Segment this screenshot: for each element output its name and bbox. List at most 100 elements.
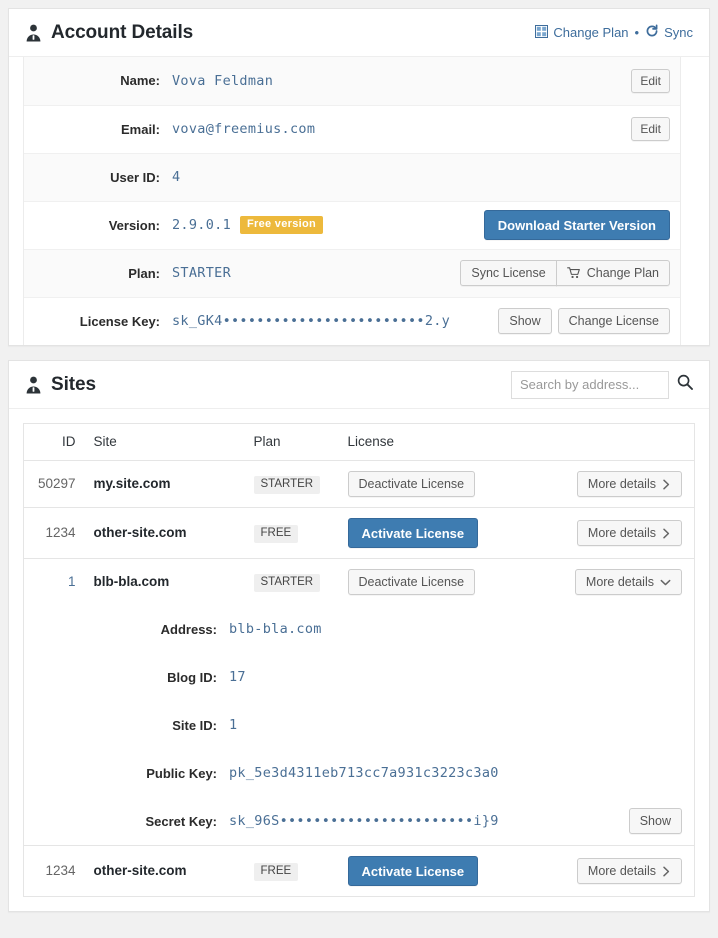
site-plan-badge: FREE [253, 862, 299, 882]
account-label-license-key: License Key: [79, 313, 160, 329]
more-details-button[interactable]: More details [576, 858, 682, 884]
sites-title-group: Sites [25, 374, 96, 396]
chevron-down-icon [660, 578, 671, 587]
account-value-plan: STARTER [172, 265, 231, 281]
site-details-row: Address: blb-bla.com Blog ID: 17 Site ID… [23, 605, 695, 846]
account-value-version: 2.9.0.1 [172, 217, 231, 233]
detail-value-secret-key: sk_96S•••••••••••••••••••••••i}9 [229, 797, 604, 845]
sites-table-wrap: ID Site Plan License 50297 my.site.com S… [9, 409, 709, 911]
account-actions-user-id [456, 153, 680, 201]
table-row: 1 blb-bla.com STARTER Deactivate License [23, 558, 695, 605]
chevron-right-icon [662, 866, 671, 877]
site-plan-badge: STARTER [253, 475, 321, 495]
table-row: 1234 other-site.com FREE Activate Licens… [23, 507, 695, 559]
account-header-actions: Change Plan • Sync [535, 24, 693, 41]
column-header-id: ID [23, 423, 86, 461]
detail-label-public-key: Public Key: [24, 749, 229, 797]
more-details-button[interactable]: More details [574, 569, 682, 595]
sites-panel-header: Sites [9, 361, 709, 409]
account-rows-inner: Name: Vova Feldman Edit Email: vova@free… [23, 57, 681, 345]
header-links-separator: • [634, 25, 640, 40]
account-panel-header: Account Details Change Plan • Sync [9, 9, 709, 57]
account-actions-email: Edit [456, 105, 680, 153]
search-input[interactable] [511, 370, 669, 399]
change-plan-button[interactable]: Change Plan [555, 260, 670, 286]
site-address: my.site.com [93, 476, 171, 491]
account-row-email: Email: vova@freemius.com Edit [24, 105, 680, 153]
table-row: 50297 my.site.com STARTER Deactivate Lic… [23, 460, 695, 508]
sites-header-row: ID Site Plan License [23, 423, 695, 461]
account-label-plan: Plan: [128, 265, 160, 281]
site-id: 50297 [37, 476, 76, 491]
account-value-version-cell: 2.9.0.1 Free version [172, 201, 456, 249]
column-header-license: License [339, 423, 530, 461]
more-details-label: More details [587, 864, 656, 878]
account-row-license-key: License Key: sk_GK4•••••••••••••••••••••… [24, 297, 680, 345]
page-title: Account Details [51, 21, 194, 43]
person-icon [25, 24, 42, 42]
edit-name-button[interactable]: Edit [631, 68, 670, 93]
account-value-name: Vova Feldman [172, 72, 274, 89]
site-plan-badge: STARTER [253, 573, 321, 593]
detail-row-address: Address: blb-bla.com [24, 605, 694, 653]
site-id: 1234 [45, 525, 76, 540]
account-value-email: vova@freemius.com [172, 121, 316, 137]
more-details-label: More details [585, 575, 654, 589]
account-actions-version: Download Starter Version [456, 201, 680, 249]
edit-email-button[interactable]: Edit [631, 117, 670, 141]
site-address: other-site.com [93, 863, 187, 878]
detail-row-blog-id: Blog ID: 17 [24, 653, 694, 701]
chevron-right-icon [662, 528, 671, 539]
account-rows-wrap: Name: Vova Feldman Edit Email: vova@free… [9, 57, 709, 345]
deactivate-license-button[interactable]: Deactivate License [347, 569, 476, 595]
column-header-site: Site [85, 423, 246, 461]
account-row-user-id: User ID: 4 [24, 153, 680, 201]
account-label-user-id: User ID: [110, 169, 160, 185]
more-details-label: More details [587, 477, 656, 491]
account-label-email: Email: [120, 121, 160, 137]
account-details-table: Name: Vova Feldman Edit Email: vova@free… [24, 57, 680, 345]
detail-label-blog-id: Blog ID: [24, 653, 229, 701]
sites-table-head: ID Site Plan License [23, 423, 695, 461]
detail-value-site-id: 1 [229, 701, 604, 749]
change-plan-link[interactable]: Change Plan [535, 24, 629, 41]
detail-actions-public-key [603, 749, 694, 797]
download-starter-version-button[interactable]: Download Starter Version [483, 210, 670, 240]
more-details-button[interactable]: More details [576, 520, 682, 546]
search-icon[interactable] [677, 374, 693, 395]
free-version-badge: Free version [240, 216, 324, 234]
detail-row-secret-key: Secret Key: sk_96S••••••••••••••••••••••… [24, 797, 694, 845]
detail-row-site-id: Site ID: 1 [24, 701, 694, 749]
account-actions-name: Edit [456, 57, 680, 105]
deactivate-license-button[interactable]: Deactivate License [347, 471, 476, 497]
change-license-button[interactable]: Change License [557, 308, 670, 335]
column-header-more [529, 423, 695, 461]
more-details-label: More details [587, 526, 656, 540]
sites-table: ID Site Plan License 50297 my.site.com S… [23, 423, 695, 897]
account-title-group: Account Details [25, 22, 193, 44]
detail-label-secret-key: Secret Key: [24, 797, 229, 845]
chevron-right-icon [662, 479, 671, 490]
site-details-cell: Address: blb-bla.com Blog ID: 17 Site ID… [23, 605, 695, 846]
site-details-table: Address: blb-bla.com Blog ID: 17 Site ID… [24, 605, 694, 845]
sync-link[interactable]: Sync [645, 24, 693, 41]
sites-title: Sites [51, 373, 96, 395]
more-details-button[interactable]: More details [576, 471, 682, 497]
sites-header-actions [511, 370, 693, 399]
detail-label-address: Address: [24, 605, 229, 653]
detail-value-blog-id: 17 [229, 653, 604, 701]
account-row-name: Name: Vova Feldman Edit [24, 57, 680, 105]
detail-value-public-key: pk_5e3d4311eb713cc7a931c3223c3a0 [229, 749, 604, 797]
show-license-key-button[interactable]: Show [498, 308, 552, 335]
change-plan-link-label: Change Plan [553, 25, 629, 40]
sync-icon [645, 24, 659, 41]
sync-license-button[interactable]: Sync License [460, 260, 557, 286]
activate-license-button[interactable]: Activate License [347, 856, 479, 886]
account-label-name: Name: [120, 73, 160, 89]
detail-actions-address [603, 605, 694, 653]
sites-search-box [511, 370, 693, 399]
show-secret-key-button[interactable]: Show [628, 808, 682, 834]
sites-table-body: 50297 my.site.com STARTER Deactivate Lic… [23, 460, 695, 897]
activate-license-button[interactable]: Activate License [347, 518, 479, 548]
table-row: 1234 other-site.com FREE Activate Licens… [23, 845, 695, 897]
